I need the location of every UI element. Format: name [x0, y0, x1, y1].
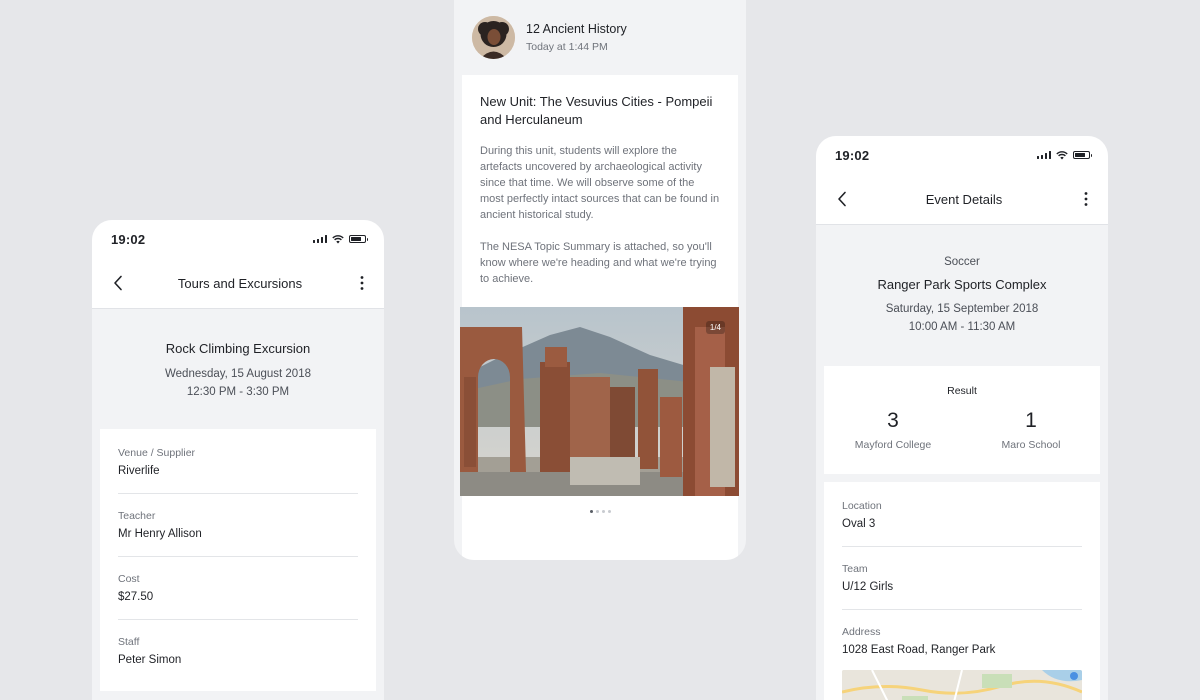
status-time: 19:02 [111, 231, 146, 247]
post-author: 12 Ancient History [526, 22, 627, 36]
field-label: Teacher [118, 510, 156, 522]
field-location: Location Oval 3 [842, 500, 1082, 530]
score-number: 3 [887, 409, 899, 432]
field-label: Team [842, 563, 868, 575]
field-label: Location [842, 500, 882, 512]
field-value: Oval 3 [842, 518, 876, 530]
team-name: Mayford College [854, 439, 932, 451]
post-meta: 12 Ancient History Today at 1:44 PM [526, 22, 627, 53]
pompeii-ruins-photo [460, 307, 739, 496]
divider [118, 556, 358, 557]
post-title: New Unit: The Vesuvius Cities - Pompeii … [480, 94, 713, 127]
field-value: Peter Simon [118, 654, 182, 666]
field-venue: Venue / Supplier Riverlife [118, 447, 358, 477]
field-staff: Staff Peter Simon [118, 636, 358, 666]
post-timestamp: Today at 1:44 PM [526, 41, 608, 53]
field-label: Venue / Supplier [118, 447, 196, 459]
field-value: 1028 East Road, Ranger Park [842, 644, 996, 656]
result-label: Result [947, 385, 977, 397]
divider [118, 493, 358, 494]
post-header: 12 Ancient History Today at 1:44 PM [454, 0, 746, 75]
post-body-paragraph: During this unit, students will explore … [480, 145, 720, 221]
back-chevron-icon[interactable] [834, 191, 850, 207]
field-address: Address 1028 East Road, Ranger Park [842, 626, 1082, 656]
image-gallery[interactable]: 1/4 [460, 307, 739, 496]
event-title: Rock Climbing Excursion [165, 341, 311, 356]
event-summary: Soccer Ranger Park Sports Complex Saturd… [816, 225, 1108, 366]
status-bar: 19:02 [92, 220, 384, 258]
event-time: 12:30 PM - 3:30 PM [186, 386, 290, 398]
details-card: Location Oval 3 Team U/12 Girls Address … [824, 482, 1100, 700]
status-bar: 19:02 [816, 136, 1108, 174]
event-date: Saturday, 15 September 2018 [885, 303, 1039, 315]
avatar[interactable] [472, 16, 515, 59]
post-card: New Unit: The Vesuvius Cities - Pompeii … [460, 75, 739, 560]
back-chevron-icon[interactable] [110, 275, 126, 291]
field-value: Mr Henry Allison [118, 528, 202, 540]
post-body-paragraph: The NESA Topic Summary is attached, so y… [480, 241, 717, 285]
nav-bar: Tours and Excursions [92, 258, 384, 309]
field-value: Riverlife [118, 465, 160, 477]
page-title: Tours and Excursions [177, 275, 303, 291]
event-date: Wednesday, 15 August 2018 [165, 368, 311, 380]
gallery-counter: 1/4 [705, 321, 725, 334]
field-label: Cost [118, 573, 140, 585]
field-cost: Cost $27.50 [118, 573, 358, 603]
divider [842, 546, 1082, 547]
event-category: Soccer [944, 256, 980, 268]
divider [118, 619, 358, 620]
home-score: 3 Mayford College [833, 409, 953, 451]
wifi-icon [332, 234, 344, 243]
more-vertical-icon[interactable] [1078, 191, 1094, 207]
event-summary: Rock Climbing Excursion Wednesday, 15 Au… [92, 309, 384, 429]
field-teacher: Teacher Mr Henry Allison [118, 510, 358, 540]
field-value: U/12 Girls [842, 581, 894, 593]
page-title: Event Details [925, 191, 1003, 207]
pagination-dot[interactable] [595, 510, 599, 513]
event-details-screen: 19:02 Event Details Soccer Ranger Park S… [816, 136, 1108, 700]
pagination-dot[interactable] [601, 510, 605, 513]
score-number: 1 [1025, 409, 1037, 432]
cellular-signal-icon [312, 235, 327, 243]
status-icons [312, 234, 368, 244]
scoreboard: 3 Mayford College 1 Maro School [824, 409, 1100, 451]
details-card: Venue / Supplier Riverlife Teacher Mr He… [100, 429, 376, 691]
field-label: Address [842, 626, 881, 638]
nav-bar: Event Details [816, 174, 1108, 225]
field-team: Team U/12 Girls [842, 563, 1082, 593]
away-score: 1 Maro School [971, 409, 1091, 451]
pagination-dot[interactable] [589, 510, 593, 513]
event-time: 10:00 AM - 11:30 AM [908, 321, 1016, 333]
map-graphic [842, 670, 1082, 700]
pagination-dot[interactable] [607, 510, 611, 513]
team-name: Maro School [1001, 439, 1061, 451]
battery-icon [349, 235, 368, 243]
wifi-icon [1056, 150, 1068, 159]
battery-icon [1073, 151, 1092, 159]
status-icons [1036, 150, 1092, 160]
class-post-screen: 12 Ancient History Today at 1:44 PM New … [454, 0, 746, 560]
tours-excursions-screen: 19:02 Tours and Excursions Rock Climbing… [92, 220, 384, 700]
field-label: Staff [118, 636, 140, 648]
event-title: Ranger Park Sports Complex [877, 277, 1047, 292]
divider [842, 609, 1082, 610]
status-time: 19:02 [835, 147, 870, 163]
result-card: Result 3 Mayford College 1 Maro School [824, 366, 1100, 474]
location-map[interactable] [842, 670, 1082, 700]
more-vertical-icon[interactable] [354, 275, 370, 291]
field-value: $27.50 [118, 591, 154, 603]
gallery-pagination[interactable] [462, 510, 738, 513]
cellular-signal-icon [1036, 151, 1051, 159]
